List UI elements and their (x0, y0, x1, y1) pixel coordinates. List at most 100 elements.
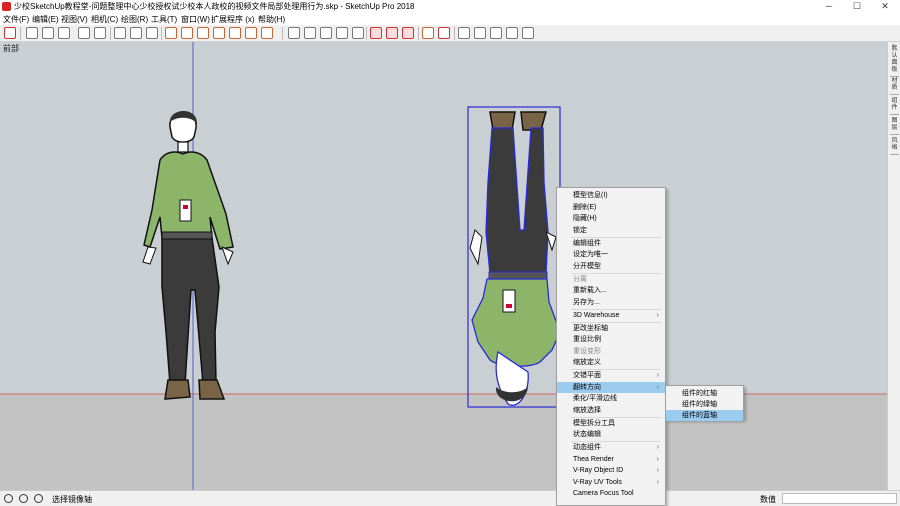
menu-camera[interactable]: 相机(C) (91, 14, 118, 25)
title-bar: 少校SketchUp教程堂-问题整理中心少校授权试少校本人政校的视频文件局部处理… (0, 0, 900, 13)
follow-me-icon[interactable] (245, 27, 257, 39)
geo-location-icon[interactable] (4, 494, 13, 503)
credits-icon[interactable] (19, 494, 28, 503)
menu-item[interactable]: 状态编辑 (557, 429, 665, 440)
push-pull-icon[interactable] (165, 27, 177, 39)
menu-item[interactable]: 删除(E) (557, 202, 665, 213)
view-front-icon[interactable] (320, 27, 332, 39)
menu-item[interactable]: 另存为... (557, 297, 665, 308)
style-xray-icon[interactable] (78, 27, 90, 39)
menu-item[interactable]: 设定为唯一 (557, 249, 665, 260)
menu-item[interactable]: 缩放定义 (557, 357, 665, 368)
menu-item-label: 翻转方向 (573, 383, 601, 391)
menu-item[interactable]: 锁定 (557, 225, 665, 236)
menu-item[interactable]: 翻转方向 › (557, 381, 665, 393)
component-icon[interactable] (522, 27, 534, 39)
tape-measure-icon[interactable] (213, 27, 225, 39)
vray-render-icon[interactable] (422, 27, 434, 39)
menu-item[interactable]: 动态组件 › (557, 442, 665, 453)
status-prompt: 选择镜像轴 (52, 495, 92, 504)
menu-item[interactable]: 重设比例 (557, 334, 665, 345)
model-viewport[interactable]: 前部 (0, 42, 887, 490)
menu-item[interactable]: 模型拆分工具 (557, 418, 665, 429)
tray-tab-materials[interactable]: 材质 (890, 78, 899, 95)
menu-item[interactable]: Camera Focus Tool (557, 488, 665, 499)
menu-view[interactable]: 视图(V) (61, 14, 88, 25)
person-figure-upright[interactable] (142, 111, 234, 400)
menu-item-label: 锁定 (573, 226, 587, 234)
menu-bar: 文件(F) 编辑(E) 视图(V) 相机(C) 绘图(R) 工具(T) 窗口(W… (0, 13, 900, 25)
style-shaded-icon[interactable] (130, 27, 142, 39)
menu-item[interactable]: 组件的蓝轴 (666, 410, 743, 421)
section-plane-icon[interactable] (458, 27, 470, 39)
menu-item[interactable]: 3D Warehouse › (557, 310, 665, 321)
orbit-icon[interactable] (58, 27, 70, 39)
view-right-icon[interactable] (336, 27, 348, 39)
view-top-icon[interactable] (304, 27, 316, 39)
menu-item[interactable]: 交错平面 › (557, 370, 665, 381)
menu-file[interactable]: 文件(F) (3, 14, 29, 25)
menu-item[interactable]: 重设变形 (557, 346, 665, 357)
tray-tab-default[interactable]: 默认面板 (890, 46, 899, 77)
style-wireframe-icon[interactable] (94, 27, 106, 39)
menu-item[interactable]: 编辑组件 (557, 238, 665, 249)
protractor-icon[interactable] (197, 27, 209, 39)
menu-item-label: 组件的绿轴 (682, 401, 717, 408)
tray-tab-layers[interactable]: 图层 (890, 118, 899, 135)
minimize-button[interactable]: ─ (815, 0, 843, 13)
menu-item[interactable]: Thea Render › (557, 454, 665, 465)
section-fill-icon[interactable] (506, 27, 518, 39)
view-iso-icon[interactable] (288, 27, 300, 39)
menu-window[interactable]: 窗口(W) (181, 14, 210, 25)
style-hidden-line-icon[interactable] (114, 27, 126, 39)
menu-draw[interactable]: 绘图(R) (121, 14, 148, 25)
menu-item-label: Thea Render (573, 455, 614, 463)
style-textured-icon[interactable] (146, 27, 158, 39)
menu-item[interactable]: V-Ray Object ID › (557, 465, 665, 476)
menu-item[interactable]: 重新载入... (557, 285, 665, 296)
toolbar-separator (282, 27, 283, 40)
window-title: 少校SketchUp教程堂-问题整理中心少校授权试少校本人政校的视频文件局部处理… (14, 2, 415, 11)
submenu-arrow-icon: › (656, 478, 659, 486)
menu-item-label: 分开模型 (573, 262, 601, 270)
menu-item[interactable]: 隐藏(H) (557, 213, 665, 224)
vray-settings-icon[interactable] (438, 27, 450, 39)
select-tool-icon[interactable] (4, 27, 16, 39)
submenu-arrow-icon: › (656, 467, 659, 474)
menu-extensions[interactable]: 扩展程序 (x) (211, 14, 255, 25)
menu-item[interactable]: 模型信息(I) (557, 190, 665, 201)
menu-item[interactable]: 组件的绿轴 (666, 399, 743, 410)
menu-tools[interactable]: 工具(T) (151, 14, 177, 25)
menu-edit[interactable]: 编辑(E) (32, 14, 59, 25)
menu-item[interactable]: 缩放选择 (557, 405, 665, 416)
person-figure-flipped[interactable] (467, 106, 561, 408)
close-button[interactable]: ✕ (871, 0, 899, 13)
paint-bucket-icon[interactable] (42, 27, 54, 39)
menu-item[interactable]: V-Ray UV Tools › (557, 477, 665, 488)
section-cut-icon[interactable] (490, 27, 502, 39)
menu-item[interactable]: 分离 (557, 274, 665, 285)
offset-tool-icon[interactable] (261, 27, 273, 39)
tray-tab-styles[interactable]: 风格 (890, 138, 899, 155)
extension-warehouse-icon[interactable] (386, 27, 398, 39)
user-account-icon[interactable] (34, 494, 43, 503)
menu-item[interactable]: 柔化/平滑边线 (557, 393, 665, 404)
axes-tool-icon[interactable] (229, 27, 241, 39)
section-display-icon[interactable] (474, 27, 486, 39)
maximize-button[interactable]: ☐ (843, 0, 871, 13)
menu-help[interactable]: 帮助(H) (258, 14, 285, 25)
menu-item[interactable]: 分开模型 (557, 261, 665, 272)
sketchup-logo-icon (2, 2, 11, 11)
layout-icon[interactable] (402, 27, 414, 39)
menu-item[interactable]: 更改坐标轴 (557, 323, 665, 334)
menu-item-label: 编辑组件 (573, 239, 601, 247)
warehouse-icon[interactable] (370, 27, 382, 39)
move-tool-icon[interactable] (181, 27, 193, 39)
menu-item[interactable]: 组件的红轴 (666, 388, 743, 399)
toolbar-separator (454, 27, 455, 40)
toolbar-separator (366, 27, 367, 40)
measurements-input[interactable] (782, 493, 897, 504)
view-back-icon[interactable] (352, 27, 364, 39)
eraser-tool-icon[interactable] (26, 27, 38, 39)
tray-tab-components[interactable]: 组件 (890, 98, 899, 115)
